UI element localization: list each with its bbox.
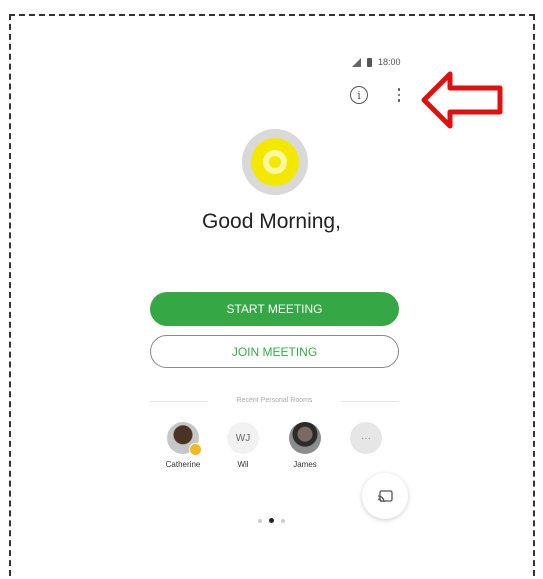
recent-room-catherine[interactable]: Catherine (158, 422, 208, 469)
room-name: Wil (237, 460, 249, 469)
page-dot-active[interactable] (269, 518, 274, 523)
annotation-arrow-icon (421, 71, 503, 129)
avatar-highlight (251, 138, 299, 186)
page-dot[interactable] (281, 518, 285, 523)
cast-button[interactable] (362, 473, 408, 519)
more-rooms-button[interactable]: ··· (341, 422, 391, 454)
page-indicator (258, 518, 285, 523)
recent-room-wil[interactable]: WJ Wil (218, 422, 268, 469)
join-meeting-button[interactable]: JOIN MEETING (150, 335, 399, 368)
status-time: 18:00 (378, 57, 401, 67)
start-meeting-button[interactable]: START MEETING (150, 292, 399, 326)
avatar (167, 422, 202, 456)
info-icon[interactable]: i (350, 86, 368, 104)
page-dot[interactable] (258, 518, 262, 523)
more-options-icon[interactable] (394, 84, 404, 106)
recent-room-james[interactable]: James (280, 422, 330, 469)
room-name: James (293, 460, 317, 469)
recent-rooms-label: Recent Personal Rooms (150, 397, 399, 404)
avatar-initials: WJ (227, 422, 259, 454)
room-name: Catherine (165, 460, 201, 469)
battery-icon (367, 57, 372, 67)
cast-icon (377, 489, 393, 502)
presence-badge (189, 443, 202, 456)
avatar (289, 422, 321, 454)
more-icon: ··· (350, 422, 382, 454)
signal-icon (352, 57, 361, 67)
user-avatar[interactable] (242, 129, 308, 195)
status-bar: 18:00 (352, 57, 401, 67)
greeting-text: Good Morning, (202, 210, 341, 233)
